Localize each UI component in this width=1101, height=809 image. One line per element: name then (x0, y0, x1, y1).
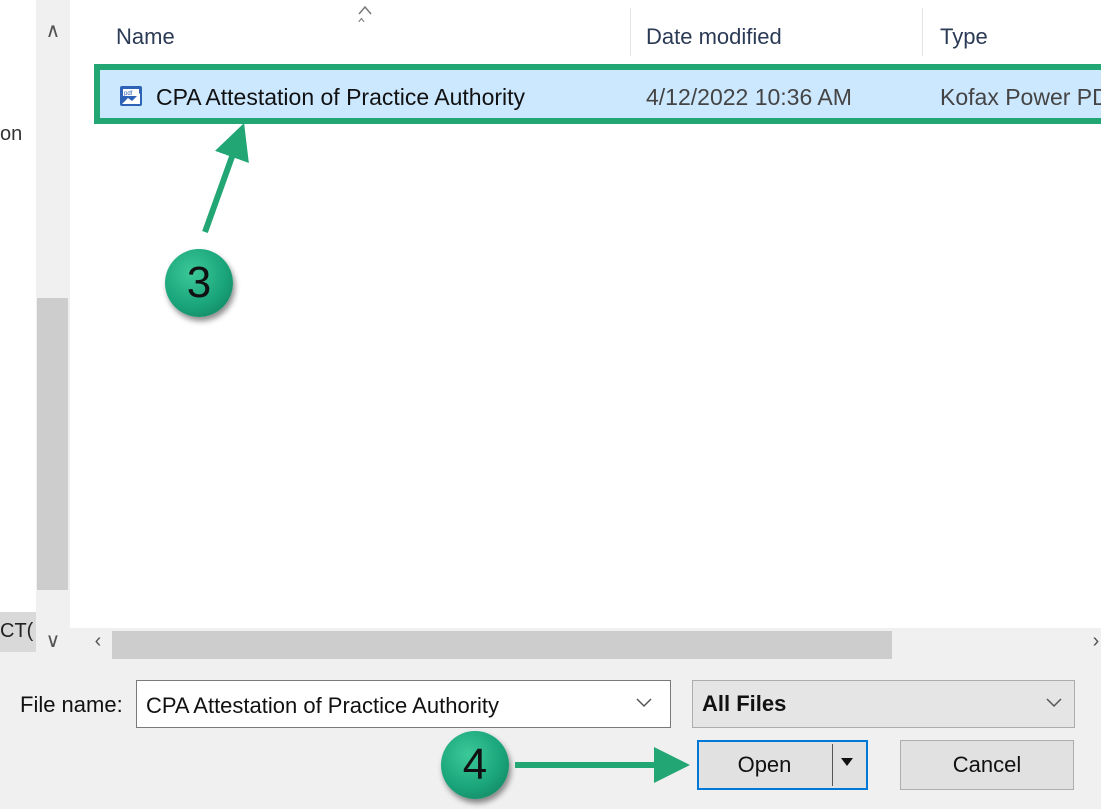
horizontal-scrollbar-thumb[interactable] (112, 631, 892, 659)
column-header-type[interactable]: Type (940, 24, 988, 50)
scroll-up-icon[interactable]: ∧ (40, 18, 66, 43)
step-3-callout: 3 (165, 249, 233, 317)
svg-text:pdf: pdf (124, 91, 133, 97)
file-type-selected-value[interactable]: All Files (702, 691, 786, 717)
pdf-file-icon: pdf (118, 84, 144, 108)
navigation-item-label[interactable]: on (0, 123, 22, 146)
column-header-date-modified[interactable]: Date modified (646, 24, 782, 50)
dropdown-arrow-icon[interactable] (840, 752, 854, 773)
chevron-down-icon[interactable] (1046, 692, 1062, 713)
file-date-cell: 4/12/2022 10:36 AM (646, 84, 852, 110)
scroll-down-icon[interactable]: ∨ (40, 628, 66, 653)
column-header-name[interactable]: Name (116, 24, 175, 50)
navigation-item-selected[interactable]: CT( (0, 612, 36, 652)
cancel-button-label[interactable]: Cancel (900, 752, 1074, 778)
sort-indicator-icon (358, 2, 372, 20)
navigation-pane[interactable]: on (0, 0, 36, 628)
file-name-input-value[interactable]: CPA Attestation of Practice Authority (146, 693, 499, 719)
navigation-scrollbar-thumb[interactable] (37, 298, 68, 590)
file-type-cell: Kofax Power PD (940, 84, 1101, 110)
file-name-label: File name: (20, 692, 123, 717)
file-name-cell[interactable]: CPA Attestation of Practice Authority (156, 84, 525, 111)
column-divider[interactable] (630, 8, 631, 56)
split-button-divider (832, 744, 833, 786)
scroll-left-icon[interactable]: ‹ (86, 630, 110, 653)
scroll-right-icon[interactable]: › (1086, 630, 1101, 653)
sort-caret-icon (358, 5, 372, 15)
step-4-callout: 4 (441, 731, 509, 799)
navigation-item-label: CT( (0, 620, 34, 642)
column-divider[interactable] (922, 8, 923, 56)
open-button-label[interactable]: Open (697, 752, 832, 778)
chevron-down-icon[interactable] (636, 692, 652, 713)
